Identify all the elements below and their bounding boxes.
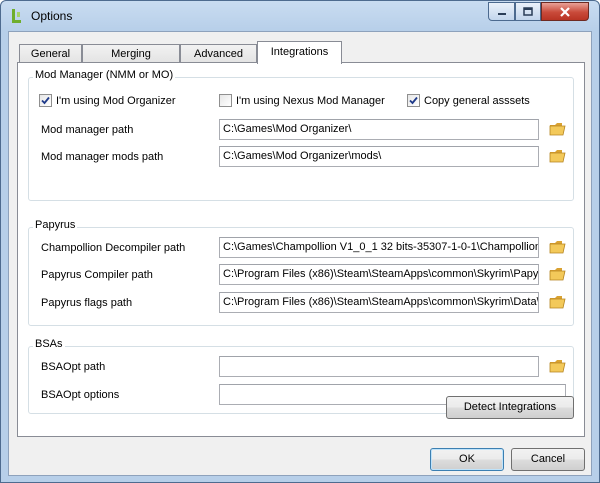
ok-button[interactable]: OK (430, 448, 504, 471)
close-button[interactable] (541, 2, 589, 21)
checkbox-label: I'm using Nexus Mod Manager (236, 94, 385, 107)
app-icon (12, 9, 21, 23)
mod-manager-path-input[interactable]: C:\Games\Mod Organizer\ (219, 119, 539, 140)
tab-general[interactable]: General (19, 44, 82, 63)
cancel-button[interactable]: Cancel (511, 448, 585, 471)
browse-folder-icon[interactable] (549, 358, 567, 374)
use-nexus-mod-manager-checkbox[interactable]: I'm using Nexus Mod Manager (219, 94, 385, 107)
integrations-panel: Mod Manager (NMM or MO) I'm using Mod Or… (17, 62, 585, 437)
browse-folder-icon[interactable] (549, 294, 567, 310)
papyrus-compiler-path-input[interactable]: C:\Program Files (x86)\Steam\SteamApps\c… (219, 264, 539, 285)
bsaopt-path-label: BSAOpt path (41, 361, 106, 373)
mod-manager-mods-path-input[interactable]: C:\Games\Mod Organizer\mods\ (219, 146, 539, 167)
tab-label: Integrations (270, 46, 329, 58)
options-window: Options General Merging Advanced Integra… (0, 0, 600, 483)
maximize-button[interactable] (515, 2, 541, 21)
copy-general-assets-checkbox[interactable]: Copy general asssets (407, 94, 530, 107)
use-mod-organizer-checkbox[interactable]: I'm using Mod Organizer (39, 94, 175, 107)
tab-integrations[interactable]: Integrations (257, 41, 342, 64)
mod-manager-path-label: Mod manager path (41, 124, 134, 136)
group-label: Mod Manager (NMM or MO) (33, 69, 176, 81)
close-icon (560, 6, 570, 17)
bsaopt-options-label: BSAOpt options (41, 389, 120, 401)
tab-label: General (30, 48, 71, 60)
minimize-icon (497, 12, 506, 15)
minimize-button[interactable] (488, 2, 515, 21)
group-label: BSAs (33, 338, 65, 350)
tab-label: Merging (111, 48, 151, 60)
checkbox-box (39, 94, 52, 107)
window-title: Options (31, 9, 73, 23)
tab-strip: General Merging Advanced Integrations (17, 41, 577, 64)
group-label: Papyrus (33, 219, 78, 231)
papyrus-flags-path-label: Papyrus flags path (41, 297, 133, 309)
browse-folder-icon[interactable] (549, 121, 567, 137)
bsaopt-path-input[interactable] (219, 356, 539, 377)
checkbox-box (219, 94, 232, 107)
checkmark-icon (409, 96, 418, 105)
champollion-decompiler-path-input[interactable]: C:\Games\Champollion V1_0_1 32 bits-3530… (219, 237, 539, 258)
tab-merging[interactable]: Merging (82, 44, 180, 63)
papyrus-flags-path-input[interactable]: C:\Program Files (x86)\Steam\SteamApps\c… (219, 292, 539, 313)
checkbox-label: I'm using Mod Organizer (56, 94, 176, 107)
browse-folder-icon[interactable] (549, 239, 567, 255)
tab-advanced[interactable]: Advanced (180, 44, 257, 63)
papyrus-group: Papyrus Champollion Decompiler path C:\G… (28, 219, 574, 326)
title-bar[interactable]: Options (1, 1, 599, 31)
detect-integrations-button[interactable]: Detect Integrations (446, 396, 574, 419)
checkbox-label: Copy general asssets (424, 94, 530, 107)
dialog-client-area: General Merging Advanced Integrations Mo… (8, 31, 592, 476)
checkmark-icon (41, 96, 50, 105)
maximize-icon (523, 7, 533, 16)
browse-folder-icon[interactable] (549, 266, 567, 282)
mod-manager-group: Mod Manager (NMM or MO) I'm using Mod Or… (28, 69, 574, 201)
browse-folder-icon[interactable] (549, 148, 567, 164)
papyrus-compiler-path-label: Papyrus Compiler path (41, 269, 153, 281)
champollion-decompiler-path-label: Champollion Decompiler path (41, 242, 186, 254)
checkbox-box (407, 94, 420, 107)
tab-label: Advanced (194, 48, 243, 60)
mod-manager-mods-path-label: Mod manager mods path (41, 151, 164, 163)
